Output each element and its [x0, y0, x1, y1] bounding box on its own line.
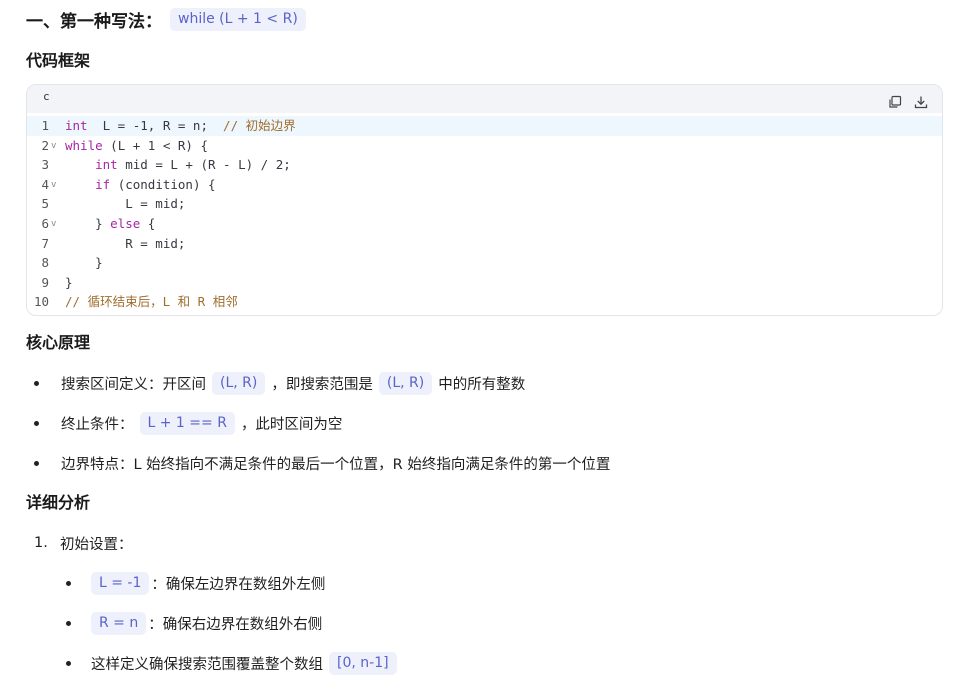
fold-chevron-icon[interactable]: v — [51, 137, 56, 157]
line-number: 3 — [41, 157, 49, 173]
code-body[interactable]: 1 int L = -1, R = n; // 初始边界 2 v while (L + … — [27, 113, 942, 312]
code-line: 2 v while (L + 1 < R) { — [27, 136, 942, 156]
list-number: 1. — [34, 535, 48, 551]
code-text: int mid = L + (R - L) / 2; — [95, 157, 291, 173]
line-number: 6 — [41, 215, 49, 231]
line-number: 5 — [41, 196, 49, 212]
bullet-dot — [34, 380, 39, 386]
download-icon[interactable] — [914, 95, 928, 109]
list-item-text: 终止条件： — [61, 416, 134, 433]
line-number: 10 — [33, 294, 49, 310]
heading-inline-code: while (L + 1 < R) — [170, 7, 306, 31]
code-line: 4v if (condition) { — [27, 175, 942, 195]
list-item-text: 这样定义确保搜索范围覆盖整个数组 — [91, 656, 323, 673]
code-actions — [888, 95, 928, 109]
detail-title: 详细分析 — [26, 493, 91, 512]
inline-code: (L, R) — [378, 371, 433, 395]
bullet-dot — [66, 620, 71, 626]
code-text: // 循环结束后，L 和 R 相邻 — [65, 294, 238, 310]
list-item: 边界特点：L 始终指向不满足条件的最后一个位置，R 始终指向满足条件的第一个位置 — [26, 451, 610, 475]
bullet-dot — [34, 420, 39, 426]
bullet-dot — [66, 580, 71, 586]
list-item: 搜索区间定义：开区间 (L, R) ，即搜索范围是 (L, R) 中的所有整数 — [26, 371, 525, 395]
section-heading: 一、第一种写法： while (L + 1 < R) — [26, 6, 306, 32]
code-line: 6v } else { — [27, 214, 942, 234]
list-item-text: ：确保右边界在数组外右侧 — [148, 616, 323, 633]
code-text: if (condition) { — [95, 176, 216, 192]
line-number: 7 — [41, 235, 49, 251]
code-text: int L = -1, R = n; // 初始边界 — [65, 118, 296, 133]
core-principle-title: 核心原理 — [26, 333, 91, 352]
code-text: while (L + 1 < R) { — [65, 137, 208, 153]
code-text: } — [65, 274, 73, 290]
line-number: 8 — [41, 255, 49, 271]
list-item: R = n ：确保右边界在数组外右侧 — [58, 611, 322, 635]
code-text: R = mid; — [65, 235, 186, 251]
line-number: 4 — [41, 176, 49, 192]
list-item-text: ，即搜索范围是 — [271, 376, 373, 393]
bullet-dot — [66, 660, 71, 666]
list-item-text: ，此时区间为空 — [240, 416, 343, 433]
document-page: 一、第一种写法： while (L + 1 < R) 代码框架 c 1 int L… — [0, 0, 975, 687]
code-text: } else { — [65, 215, 156, 231]
copy-icon[interactable] — [888, 95, 902, 109]
list-item: L = -1 ：确保左边界在数组外左侧 — [58, 571, 325, 595]
code-block: c 1 int L = -1, R = n; // 初始边界 2 v while (L … — [26, 84, 943, 316]
code-line: 1 int L = -1, R = n; // 初始边界 — [27, 116, 942, 136]
code-text: L = mid; — [65, 196, 186, 212]
bullet-dot — [34, 460, 39, 466]
code-line: 5 L = mid; — [27, 194, 942, 214]
code-text: } — [65, 255, 103, 271]
list-item-text: 边界特点：L 始终指向不满足条件的最后一个位置，R 始终指向满足条件的第一个位置 — [61, 456, 611, 473]
inline-code: R = n — [91, 611, 147, 635]
list-item-text: 中的所有整数 — [438, 376, 526, 393]
line-number: 1 — [41, 118, 49, 133]
inline-code: (L, R) — [212, 371, 266, 395]
code-line: 7 R = mid; — [27, 234, 942, 254]
list-item: 终止条件： L + 1 == R ，此时区间为空 — [26, 411, 342, 435]
inline-code: [0, n-1] — [329, 651, 397, 675]
code-line: 9} — [27, 273, 942, 293]
list-item-text: 搜索区间定义：开区间 — [61, 376, 206, 393]
code-header: c — [27, 85, 942, 113]
code-language-label: c — [43, 90, 50, 103]
inline-code: L + 1 == R — [139, 411, 235, 435]
list-item-text: ：确保左边界在数组外左侧 — [151, 576, 326, 593]
line-number: 9 — [41, 274, 49, 290]
section-heading-text: 一、第一种写法： — [26, 11, 162, 32]
code-line: 3 int mid = L + (R - L) / 2; — [27, 155, 942, 175]
line-number: 2 — [41, 137, 49, 153]
code-line: 8 } — [27, 253, 942, 273]
list-item-text: 初始设置： — [60, 536, 133, 553]
fold-chevron-icon[interactable]: v — [51, 215, 56, 235]
code-framework-title: 代码框架 — [26, 51, 91, 70]
code-line: 10 // 循环结束后，L 和 R 相邻 — [27, 292, 942, 312]
fold-chevron-icon[interactable]: v — [51, 176, 56, 196]
ordered-list-item: 1. 初始设置： — [26, 531, 133, 555]
list-item: 这样定义确保搜索范围覆盖整个数组 [0, n-1] — [58, 651, 403, 675]
inline-code: L = -1 — [91, 571, 150, 595]
